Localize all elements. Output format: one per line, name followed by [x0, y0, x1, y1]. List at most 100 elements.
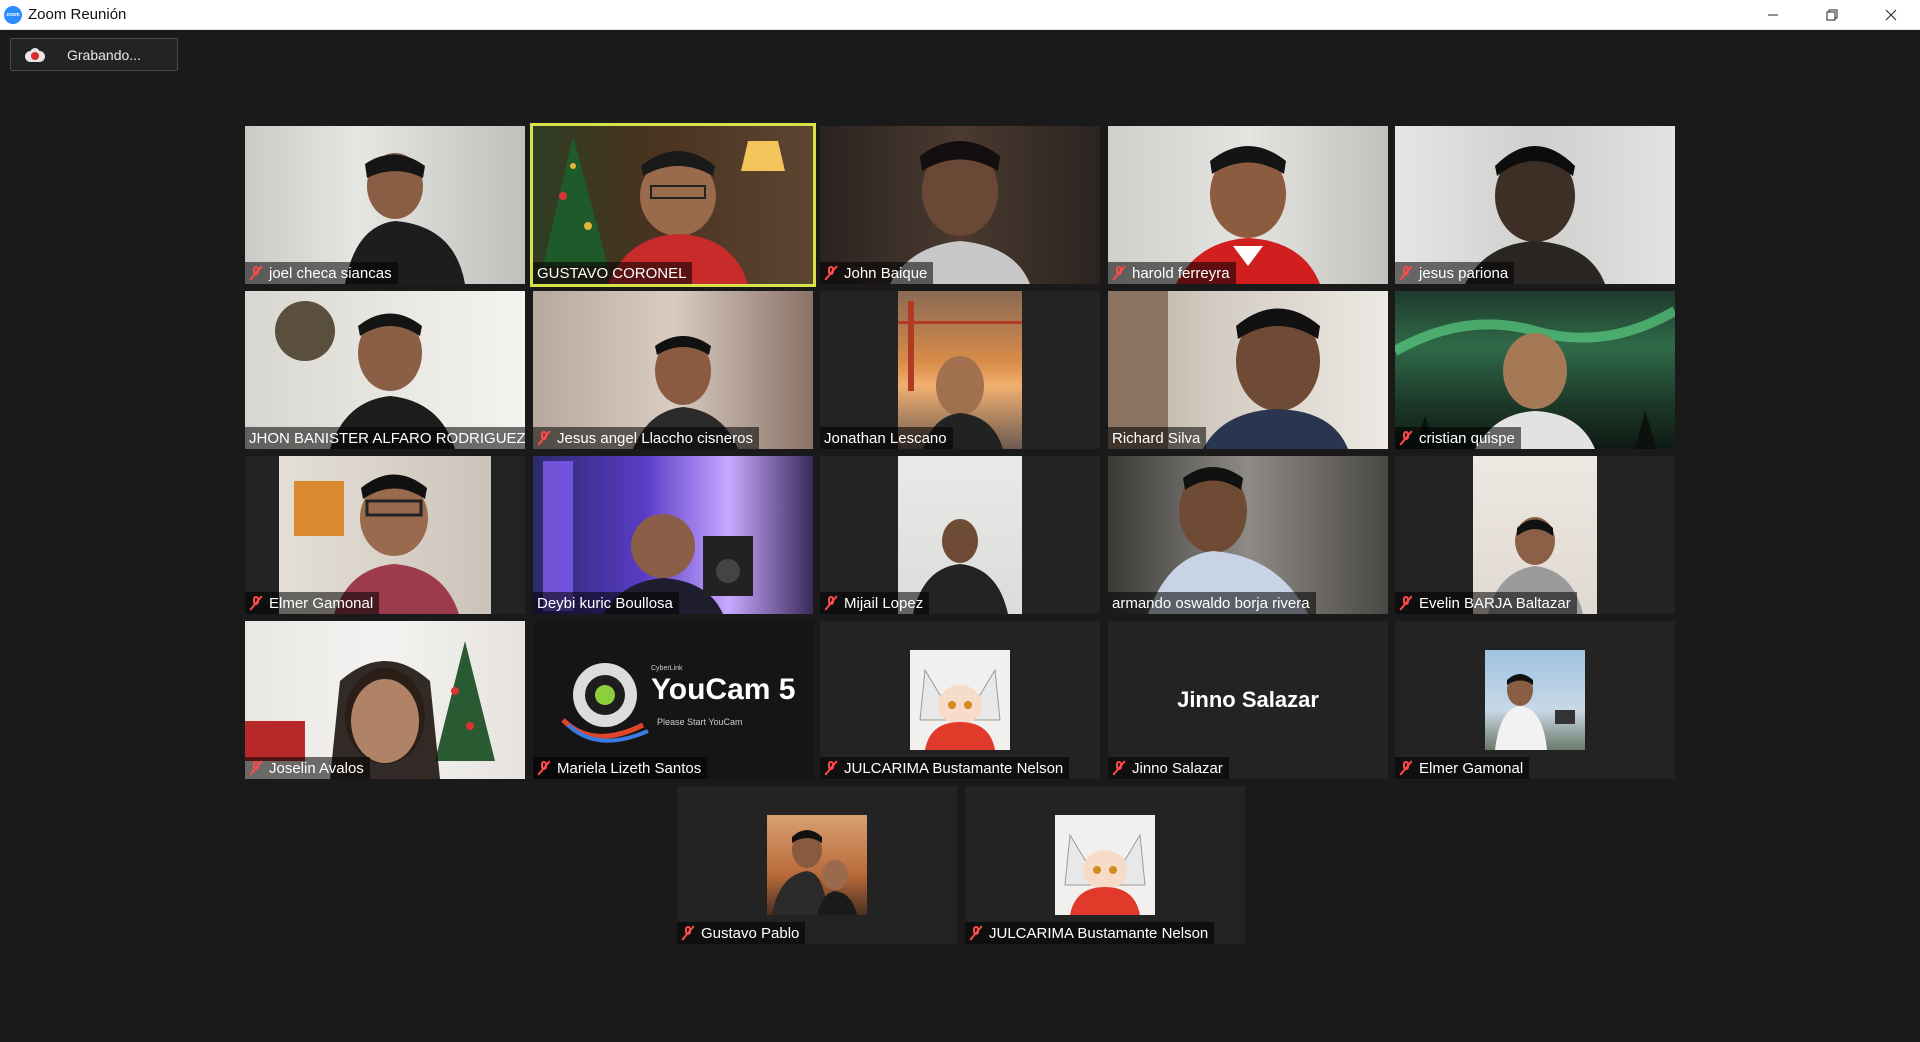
participant-name-tag: John Baique: [820, 262, 934, 284]
participant-avatar: [767, 815, 867, 915]
zoom-app-icon: zoom: [4, 5, 22, 24]
participant-name-tag: armando oswaldo borja rivera: [1108, 592, 1316, 614]
participant-name: joel checa siancas: [269, 264, 392, 282]
participant-video: [1473, 456, 1597, 614]
participant-name: Elmer Gamonal: [1419, 759, 1524, 777]
participant-video: [898, 291, 1022, 449]
participant-tile[interactable]: armando oswaldo borja rivera: [1108, 456, 1388, 614]
participant-tile[interactable]: John Baique: [820, 126, 1100, 284]
participant-tile[interactable]: joel checa siancas: [245, 126, 525, 284]
participant-name-tag: jesus pariona: [1395, 262, 1515, 284]
participant-tile[interactable]: Deybi kuric Boullosa: [533, 456, 813, 614]
participant-name: armando oswaldo borja rivera: [1112, 594, 1310, 612]
participant-name: Evelin BARJA Baltazar: [1419, 594, 1571, 612]
minimize-button[interactable]: [1743, 0, 1802, 29]
mic-muted-icon: [537, 760, 551, 776]
mic-muted-icon: [824, 760, 838, 776]
mic-muted-icon: [1399, 265, 1413, 281]
participant-name: jesus pariona: [1419, 264, 1509, 282]
participant-video: [245, 291, 525, 449]
participant-tile[interactable]: jesus pariona: [1395, 126, 1675, 284]
participant-video: [533, 456, 813, 614]
participant-video: [245, 126, 525, 284]
participant-name: cristian quispe: [1419, 429, 1515, 447]
participant-name-tag: Elmer Gamonal: [245, 592, 380, 614]
mic-muted-icon: [1399, 760, 1413, 776]
participant-video: [1108, 126, 1388, 284]
participant-name-tag: Elmer Gamonal: [1395, 757, 1530, 779]
participant-tile[interactable]: Gustavo Pablo: [677, 786, 957, 944]
window-controls: [1743, 0, 1920, 29]
mic-muted-icon: [1399, 430, 1413, 446]
participant-name-tag: Mariela Lizeth Santos: [533, 757, 708, 779]
participant-name: Richard Silva: [1112, 429, 1201, 447]
close-button[interactable]: [1861, 0, 1920, 29]
mic-muted-icon: [681, 925, 695, 941]
participant-name: Gustavo Pablo: [701, 924, 800, 942]
participant-tile[interactable]: Evelin BARJA Baltazar: [1395, 456, 1675, 614]
participant-name: harold ferreyra: [1132, 264, 1230, 282]
participant-name-tag: JULCARIMA Bustamante Nelson: [965, 922, 1215, 944]
participant-tile[interactable]: JULCARIMA Bustamante Nelson: [820, 621, 1100, 779]
participant-tile-active-speaker[interactable]: GUSTAVO CORONEL: [530, 123, 816, 287]
participant-name-tag: joel checa siancas: [245, 262, 398, 284]
window-title: Zoom Reunión: [28, 6, 127, 23]
mic-muted-icon: [969, 925, 983, 941]
participant-tile[interactable]: JULCARIMA Bustamante Nelson: [965, 786, 1245, 944]
participant-tile[interactable]: cristian quispe: [1395, 291, 1675, 449]
participant-name: Deybi kuric Boullosa: [537, 594, 673, 612]
mic-muted-icon: [1112, 760, 1126, 776]
cloud-record-icon: [25, 47, 45, 62]
participant-name: Elmer Gamonal: [269, 594, 374, 612]
participant-name-tag: JULCARIMA Bustamante Nelson: [820, 757, 1070, 779]
participant-video: [533, 126, 813, 284]
close-icon: [1885, 9, 1896, 20]
participant-display-name: Jinno Salazar: [1177, 687, 1319, 712]
participant-name-tag: GUSTAVO CORONEL: [533, 262, 693, 284]
participant-name-tag: Jinno Salazar: [1108, 757, 1229, 779]
participant-name: John Baique: [844, 264, 928, 282]
participant-video: [245, 621, 525, 779]
mic-muted-icon: [249, 595, 263, 611]
mic-muted-icon: [824, 265, 838, 281]
mic-muted-icon: [249, 760, 263, 776]
restore-icon: [1826, 9, 1837, 20]
recording-indicator[interactable]: Grabando...: [10, 38, 178, 71]
restore-button[interactable]: [1802, 0, 1861, 29]
participant-name: Mijail Lopez: [844, 594, 924, 612]
recording-label: Grabando...: [67, 46, 141, 63]
participant-name-tag: Deybi kuric Boullosa: [533, 592, 679, 614]
participant-tile[interactable]: Elmer Gamonal: [1395, 621, 1675, 779]
participant-tile[interactable]: Jonathan Lescano: [820, 291, 1100, 449]
participant-avatar: [1055, 815, 1155, 915]
participant-video: [820, 126, 1100, 284]
participant-video: [1108, 291, 1388, 449]
mic-muted-icon: [1399, 595, 1413, 611]
participant-name-tag: Jesus angel Llaccho cisneros: [533, 427, 759, 449]
participant-tile[interactable]: JHON BANISTER ALFARO RODRIGUEZ: [245, 291, 525, 449]
participant-tile[interactable]: Jesus angel Llaccho cisneros: [533, 291, 813, 449]
participant-tile[interactable]: Mijail Lopez: [820, 456, 1100, 614]
participant-name-tag: Mijail Lopez: [820, 592, 930, 614]
participant-tile[interactable]: CyberLink YouCam 5 Please Start YouCam M…: [533, 621, 813, 779]
mic-muted-icon: [537, 430, 551, 446]
participant-tile[interactable]: Jinno Salazar Jinno Salazar: [1108, 621, 1388, 779]
participant-tile[interactable]: harold ferreyra: [1108, 126, 1388, 284]
participant-tile[interactable]: Elmer Gamonal: [245, 456, 525, 614]
participant-name: Joselin Avalos: [269, 759, 364, 777]
participant-video: [1395, 126, 1675, 284]
participant-name: JULCARIMA Bustamante Nelson: [989, 924, 1209, 942]
participant-tile[interactable]: Richard Silva: [1108, 291, 1388, 449]
minimize-icon: [1767, 14, 1778, 15]
participant-name: JHON BANISTER ALFARO RODRIGUEZ: [249, 429, 525, 447]
participant-video: [898, 456, 1022, 614]
participant-avatar: [1485, 650, 1585, 750]
participant-video: [533, 291, 813, 449]
participant-name-tag: Evelin BARJA Baltazar: [1395, 592, 1577, 614]
participant-tile[interactable]: Joselin Avalos: [245, 621, 525, 779]
participant-name-tag: Richard Silva: [1108, 427, 1207, 449]
youcam-title: YouCam 5: [651, 673, 796, 706]
participant-name-tag: Jonathan Lescano: [820, 427, 953, 449]
youcam-brand: CyberLink: [651, 665, 683, 672]
participant-name: Mariela Lizeth Santos: [557, 759, 702, 777]
